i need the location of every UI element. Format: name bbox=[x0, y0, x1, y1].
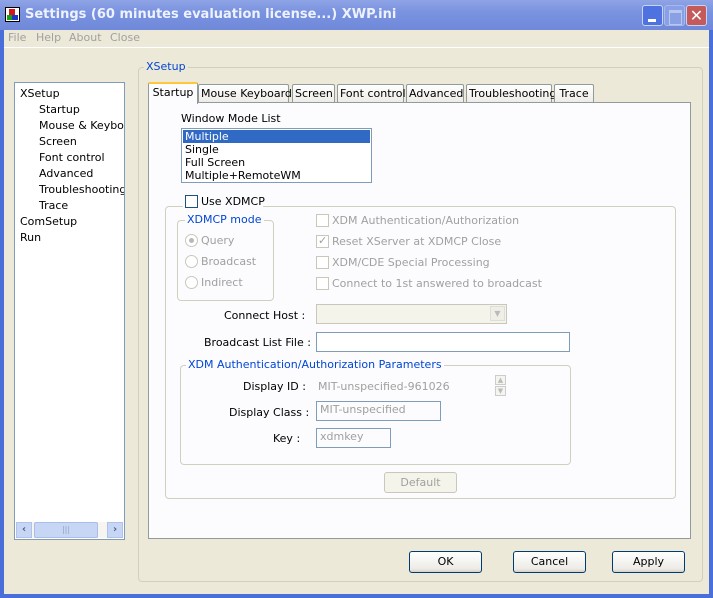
broadcast-list-file-input[interactable] bbox=[316, 332, 570, 352]
tab-screen[interactable]: Screen bbox=[292, 84, 335, 103]
tree-item-screen[interactable]: Screen bbox=[39, 135, 77, 148]
radio-indirect[interactable] bbox=[185, 276, 198, 289]
menu-file[interactable]: File bbox=[8, 31, 26, 44]
menu-about[interactable]: About bbox=[69, 31, 102, 44]
connect-first-label: Connect to 1st answered to broadcast bbox=[332, 277, 542, 290]
xdm-auth-checkbox[interactable] bbox=[316, 214, 329, 227]
close-button[interactable]: ✕ bbox=[686, 5, 707, 26]
xdm-cde-checkbox[interactable] bbox=[316, 256, 329, 269]
chevron-down-icon: ▼ bbox=[494, 309, 501, 318]
menu-help[interactable]: Help bbox=[36, 31, 61, 44]
startup-panel: Window Mode List Multiple Single Full Sc… bbox=[148, 102, 691, 539]
settings-window: Settings (60 minutes evaluation license.… bbox=[0, 0, 713, 598]
tree-item-trace[interactable]: Trace bbox=[39, 199, 68, 212]
default-button[interactable]: Default bbox=[384, 472, 457, 493]
display-id-value: MIT-unspecified-961026 bbox=[318, 380, 450, 393]
key-label: Key : bbox=[273, 432, 301, 445]
auth-params-label: XDM Authentication/Authorization Paramet… bbox=[186, 358, 444, 371]
connect-first-checkbox[interactable] bbox=[316, 277, 329, 290]
list-item-multiple-remotewm[interactable]: Multiple+RemoteWM bbox=[183, 169, 370, 182]
horizontal-scrollbar[interactable]: ‹ ||| › bbox=[16, 522, 123, 538]
scroll-left-button[interactable]: ‹ bbox=[16, 522, 32, 538]
chevron-down-icon: ▼ bbox=[497, 387, 504, 395]
display-class-input[interactable]: MIT-unspecified bbox=[316, 401, 441, 421]
tree-item-advanced[interactable]: Advanced bbox=[39, 167, 93, 180]
radio-broadcast[interactable] bbox=[185, 255, 198, 268]
radio-query[interactable] bbox=[185, 234, 198, 247]
broadcast-list-file-label: Broadcast List File : bbox=[204, 336, 311, 349]
scroll-thumb[interactable]: ||| bbox=[34, 522, 98, 538]
menu-close[interactable]: Close bbox=[110, 31, 140, 44]
settings-tree[interactable]: XSetup Startup Mouse & Keyboar Screen Fo… bbox=[14, 82, 125, 540]
radio-query-label: Query bbox=[201, 234, 235, 247]
tab-troubleshooting[interactable]: Troubleshooting bbox=[466, 84, 556, 103]
title-bar[interactable]: Settings (60 minutes evaluation license.… bbox=[0, 0, 713, 30]
chevron-left-icon: ‹ bbox=[21, 524, 27, 535]
display-id-spin-down[interactable]: ▼ bbox=[495, 386, 506, 396]
xdm-cde-label: XDM/CDE Special Processing bbox=[332, 256, 490, 269]
list-item-multiple[interactable]: Multiple bbox=[183, 130, 370, 143]
reset-xserver-label: Reset XServer at XDMCP Close bbox=[332, 235, 502, 248]
tab-font-control[interactable]: Font control bbox=[337, 84, 406, 103]
tree-item-troubleshooting[interactable]: Troubleshooting bbox=[39, 183, 124, 196]
apply-button[interactable]: Apply bbox=[612, 551, 685, 573]
display-class-label: Display Class : bbox=[229, 406, 310, 419]
ok-button[interactable]: OK bbox=[409, 551, 482, 573]
list-item-full-screen[interactable]: Full Screen bbox=[183, 156, 370, 169]
list-item-single[interactable]: Single bbox=[183, 143, 370, 156]
window-mode-list[interactable]: Multiple Single Full Screen Multiple+Rem… bbox=[181, 128, 372, 183]
use-xdmcp-label[interactable]: Use XDMCP bbox=[201, 195, 265, 208]
menu-bar: File Help About Close bbox=[4, 30, 709, 48]
display-id-spin-up[interactable]: ▲ bbox=[495, 375, 506, 385]
display-id-label: Display ID : bbox=[243, 380, 306, 393]
tab-mouse-keyboard[interactable]: Mouse Keyboard bbox=[198, 84, 292, 103]
reset-xserver-checkbox[interactable] bbox=[316, 234, 329, 248]
radio-indirect-label: Indirect bbox=[201, 276, 243, 289]
tab-startup[interactable]: Startup bbox=[148, 82, 198, 104]
tree-item-run[interactable]: Run bbox=[20, 231, 41, 244]
window-mode-label: Window Mode List bbox=[181, 112, 281, 125]
tree-item-font-control[interactable]: Font control bbox=[39, 151, 105, 164]
tab-trace[interactable]: Trace bbox=[554, 84, 594, 103]
minimize-button[interactable] bbox=[642, 5, 663, 26]
grip-icon: ||| bbox=[61, 525, 71, 534]
use-xdmcp-checkbox[interactable] bbox=[185, 195, 198, 208]
tree-item-mouse-keyboard[interactable]: Mouse & Keyboar bbox=[39, 119, 124, 132]
xsetup-group-label: XSetup bbox=[144, 60, 188, 73]
chevron-up-icon: ▲ bbox=[497, 376, 504, 384]
tab-advanced[interactable]: Advanced bbox=[406, 84, 464, 103]
tree-item-startup[interactable]: Startup bbox=[39, 103, 80, 116]
window-title: Settings (60 minutes evaluation license.… bbox=[25, 7, 397, 22]
maximize-button[interactable] bbox=[664, 5, 685, 26]
tree-item-comsetup[interactable]: ComSetup bbox=[20, 215, 77, 228]
connect-host-combo[interactable]: ▼ bbox=[316, 304, 507, 324]
cancel-button[interactable]: Cancel bbox=[513, 551, 586, 573]
chevron-right-icon: › bbox=[112, 524, 118, 535]
radio-broadcast-label: Broadcast bbox=[201, 255, 257, 268]
xdm-auth-label: XDM Authentication/Authorization bbox=[332, 214, 520, 227]
xdmcp-mode-label: XDMCP mode bbox=[185, 213, 264, 226]
connect-host-dropdown-button[interactable]: ▼ bbox=[490, 306, 505, 321]
key-input[interactable]: xdmkey bbox=[316, 428, 391, 448]
app-icon bbox=[5, 7, 20, 22]
close-icon: ✕ bbox=[689, 6, 704, 25]
connect-host-label: Connect Host : bbox=[224, 309, 306, 322]
scroll-right-button[interactable]: › bbox=[107, 522, 123, 538]
tree-item-xsetup[interactable]: XSetup bbox=[20, 87, 60, 100]
